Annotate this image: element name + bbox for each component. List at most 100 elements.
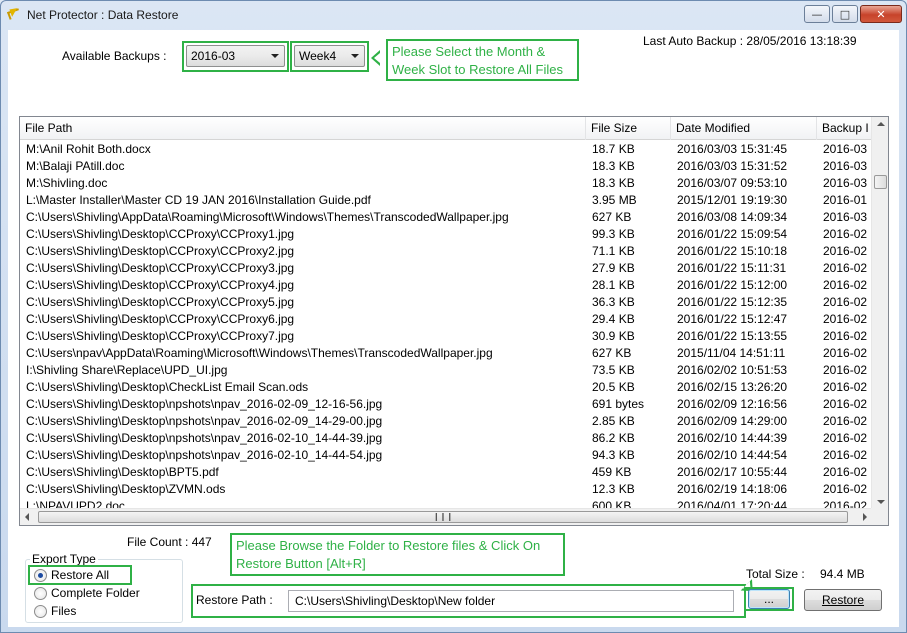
table-row[interactable]: M:\Shivling.doc 18.3 KB 2016/03/07 09:53:1…: [20, 175, 872, 192]
cell-date-modified: 2016/02/10 14:44:54: [677, 448, 788, 462]
table-row[interactable]: C:\Users\Shivling\AppData\Roaming\Micros…: [20, 209, 872, 226]
chevron-down-icon: [271, 54, 279, 58]
cell-file-path: C:\Users\Shivling\Desktop\CCProxy\CCProx…: [26, 244, 295, 258]
cell-file-size: 36.3 KB: [592, 295, 635, 309]
month-select[interactable]: 2016-03: [186, 45, 285, 67]
cell-backup: 2016-02: [823, 363, 868, 377]
cell-backup: 2016-02: [823, 380, 868, 394]
column-file-size[interactable]: File Size: [586, 117, 671, 140]
column-date-modified[interactable]: Date Modified: [671, 117, 817, 140]
cell-backup: 2016-02: [823, 397, 868, 411]
vertical-scroll-thumb[interactable]: [874, 175, 887, 189]
cell-date-modified: 2016/02/09 12:16:56: [677, 397, 788, 411]
close-icon[interactable]: ✕: [860, 5, 902, 23]
cell-backup: 2016-02: [823, 482, 868, 496]
maximize-icon[interactable]: □: [832, 5, 858, 23]
table-row[interactable]: C:\Users\npav\AppData\Roaming\Microsoft\…: [20, 345, 872, 362]
radio-files-label: Files: [51, 604, 77, 618]
scroll-up-icon[interactable]: [877, 122, 885, 126]
cell-file-path: C:\Users\npav\AppData\Roaming\Microsoft\…: [26, 346, 493, 360]
table-row[interactable]: L:\Master Installer\Master CD 19 JAN 201…: [20, 192, 872, 209]
table-row[interactable]: C:\Users\Shivling\Desktop\CCProxy\CCProx…: [20, 260, 872, 277]
table-row[interactable]: C:\Users\Shivling\Desktop\CCProxy\CCProx…: [20, 243, 872, 260]
last-auto-backup: Last Auto Backup : 28/05/2016 13:18:39: [643, 34, 857, 48]
table-row[interactable]: I:\Shivling Share\Replace\UPD_UI.jpg 73.5…: [20, 362, 872, 379]
table-row[interactable]: M:\Balaji PAtill.doc 18.3 KB 2016/03/03 15…: [20, 158, 872, 175]
table-row[interactable]: C:\Users\Shivling\Desktop\npshots\npav_2…: [20, 430, 872, 447]
scroll-right-icon[interactable]: [863, 513, 867, 521]
cell-file-path: C:\Users\Shivling\Desktop\CheckList Emai…: [26, 380, 309, 394]
cell-backup: 2016-03: [823, 210, 868, 224]
cell-backup: 2016-02: [823, 448, 868, 462]
column-file-path[interactable]: File Path: [20, 117, 586, 140]
week-select[interactable]: Week4: [294, 45, 365, 67]
vertical-scrollbar[interactable]: [871, 117, 888, 509]
cell-date-modified: 2016/01/22 15:09:54: [677, 227, 788, 241]
cell-date-modified: 2016/01/22 15:12:00: [677, 278, 788, 292]
table-row[interactable]: C:\Users\Shivling\Desktop\ZVMN.ods 12.3 K…: [20, 481, 872, 498]
cell-file-size: 691 bytes: [592, 397, 645, 411]
cell-date-modified: 2016/02/15 13:26:20: [677, 380, 788, 394]
scroll-down-icon[interactable]: [877, 500, 885, 504]
cell-file-size: 94.3 KB: [592, 448, 635, 462]
radio-files[interactable]: Files: [34, 604, 76, 618]
table-row[interactable]: C:\Users\Shivling\Desktop\CheckList Emai…: [20, 379, 872, 396]
table-row[interactable]: C:\Users\Shivling\Desktop\CCProxy\CCProx…: [20, 277, 872, 294]
horizontal-scroll-thumb[interactable]: ❙❙❙: [38, 511, 848, 523]
browse-button[interactable]: ...: [748, 589, 790, 609]
cell-file-path: C:\Users\Shivling\Desktop\CCProxy\CCProx…: [26, 261, 295, 275]
restore-path-input[interactable]: C:\Users\Shivling\Desktop\New folder: [288, 590, 734, 612]
table-row[interactable]: C:\Users\Shivling\Desktop\CCProxy\CCProx…: [20, 226, 872, 243]
table-row[interactable]: C:\Users\Shivling\Desktop\BPT5.pdf 459 KB…: [20, 464, 872, 481]
restore-path-label: Restore Path :: [196, 593, 273, 607]
cell-backup: 2016-02: [823, 261, 868, 275]
callout-arrow-icon: [371, 50, 380, 66]
cell-backup: 2016-02: [823, 295, 868, 309]
table-row[interactable]: C:\Users\Shivling\Desktop\npshots\npav_2…: [20, 396, 872, 413]
restore-button[interactable]: Restore: [804, 589, 882, 611]
minimize-icon[interactable]: —: [804, 5, 830, 23]
table-row[interactable]: C:\Users\Shivling\Desktop\npshots\npav_2…: [20, 413, 872, 430]
cell-file-size: 20.5 KB: [592, 380, 635, 394]
cell-date-modified: 2016/02/17 10:55:44: [677, 465, 788, 479]
cell-file-size: 12.3 KB: [592, 482, 635, 496]
radio-complete-folder[interactable]: Complete Folder: [34, 586, 140, 600]
select-callout-text: Please Select the Month & Week Slot to R…: [392, 44, 563, 77]
table-row[interactable]: C:\Users\Shivling\Desktop\CCProxy\CCProx…: [20, 294, 872, 311]
table-row[interactable]: C:\Users\Shivling\Desktop\npshots\npav_2…: [20, 447, 872, 464]
backup-file-table[interactable]: File Path File Size Date Modified Backup…: [19, 116, 889, 526]
cell-backup: 2016-03: [823, 159, 868, 173]
available-backups-label: Available Backups :: [62, 49, 167, 63]
total-size-value: 94.4 MB: [820, 567, 865, 581]
export-type-label: Export Type: [30, 552, 98, 566]
cell-backup: 2016-02: [823, 346, 868, 360]
horizontal-scrollbar[interactable]: ❙❙❙: [20, 508, 872, 525]
cell-file-size: 459 KB: [592, 465, 632, 479]
undo-arrow-icon: [7, 8, 21, 22]
cell-backup: 2016-02: [823, 465, 868, 479]
month-select-value: 2016-03: [191, 49, 236, 63]
window-title: Net Protector : Data Restore: [27, 8, 179, 22]
column-backup[interactable]: Backup I: [817, 117, 872, 140]
table-row[interactable]: C:\Users\Shivling\Desktop\CCProxy\CCProx…: [20, 311, 872, 328]
cell-file-size: 18.3 KB: [592, 176, 635, 190]
radio-restore-all-label: Restore All: [51, 568, 110, 582]
scroll-left-icon[interactable]: [25, 513, 29, 521]
cell-date-modified: 2016/03/03 15:31:45: [677, 142, 788, 156]
title-bar[interactable]: Net Protector : Data Restore — □ ✕: [1, 1, 906, 29]
cell-file-size: 28.1 KB: [592, 278, 635, 292]
cell-file-path: L:\Master Installer\Master CD 19 JAN 201…: [26, 193, 371, 207]
cell-backup: 2016-02: [823, 329, 868, 343]
cell-backup: 2016-02: [823, 278, 868, 292]
cell-file-path: C:\Users\Shivling\Desktop\npshots\npav_2…: [26, 448, 383, 462]
cell-file-size: 99.3 KB: [592, 227, 635, 241]
radio-restore-all[interactable]: Restore All: [34, 568, 109, 582]
cell-date-modified: 2016/03/07 09:53:10: [677, 176, 788, 190]
cell-date-modified: 2016/02/02 10:51:53: [677, 363, 788, 377]
cell-file-size: 18.3 KB: [592, 159, 635, 173]
radio-unselected-icon: [34, 604, 47, 618]
table-row[interactable]: M:\Anil Rohit Both.docx 18.7 KB 2016/03/03…: [20, 141, 872, 158]
cell-file-size: 73.5 KB: [592, 363, 635, 377]
table-row[interactable]: C:\Users\Shivling\Desktop\CCProxy\CCProx…: [20, 328, 872, 345]
window-controls: — □ ✕: [804, 5, 902, 23]
